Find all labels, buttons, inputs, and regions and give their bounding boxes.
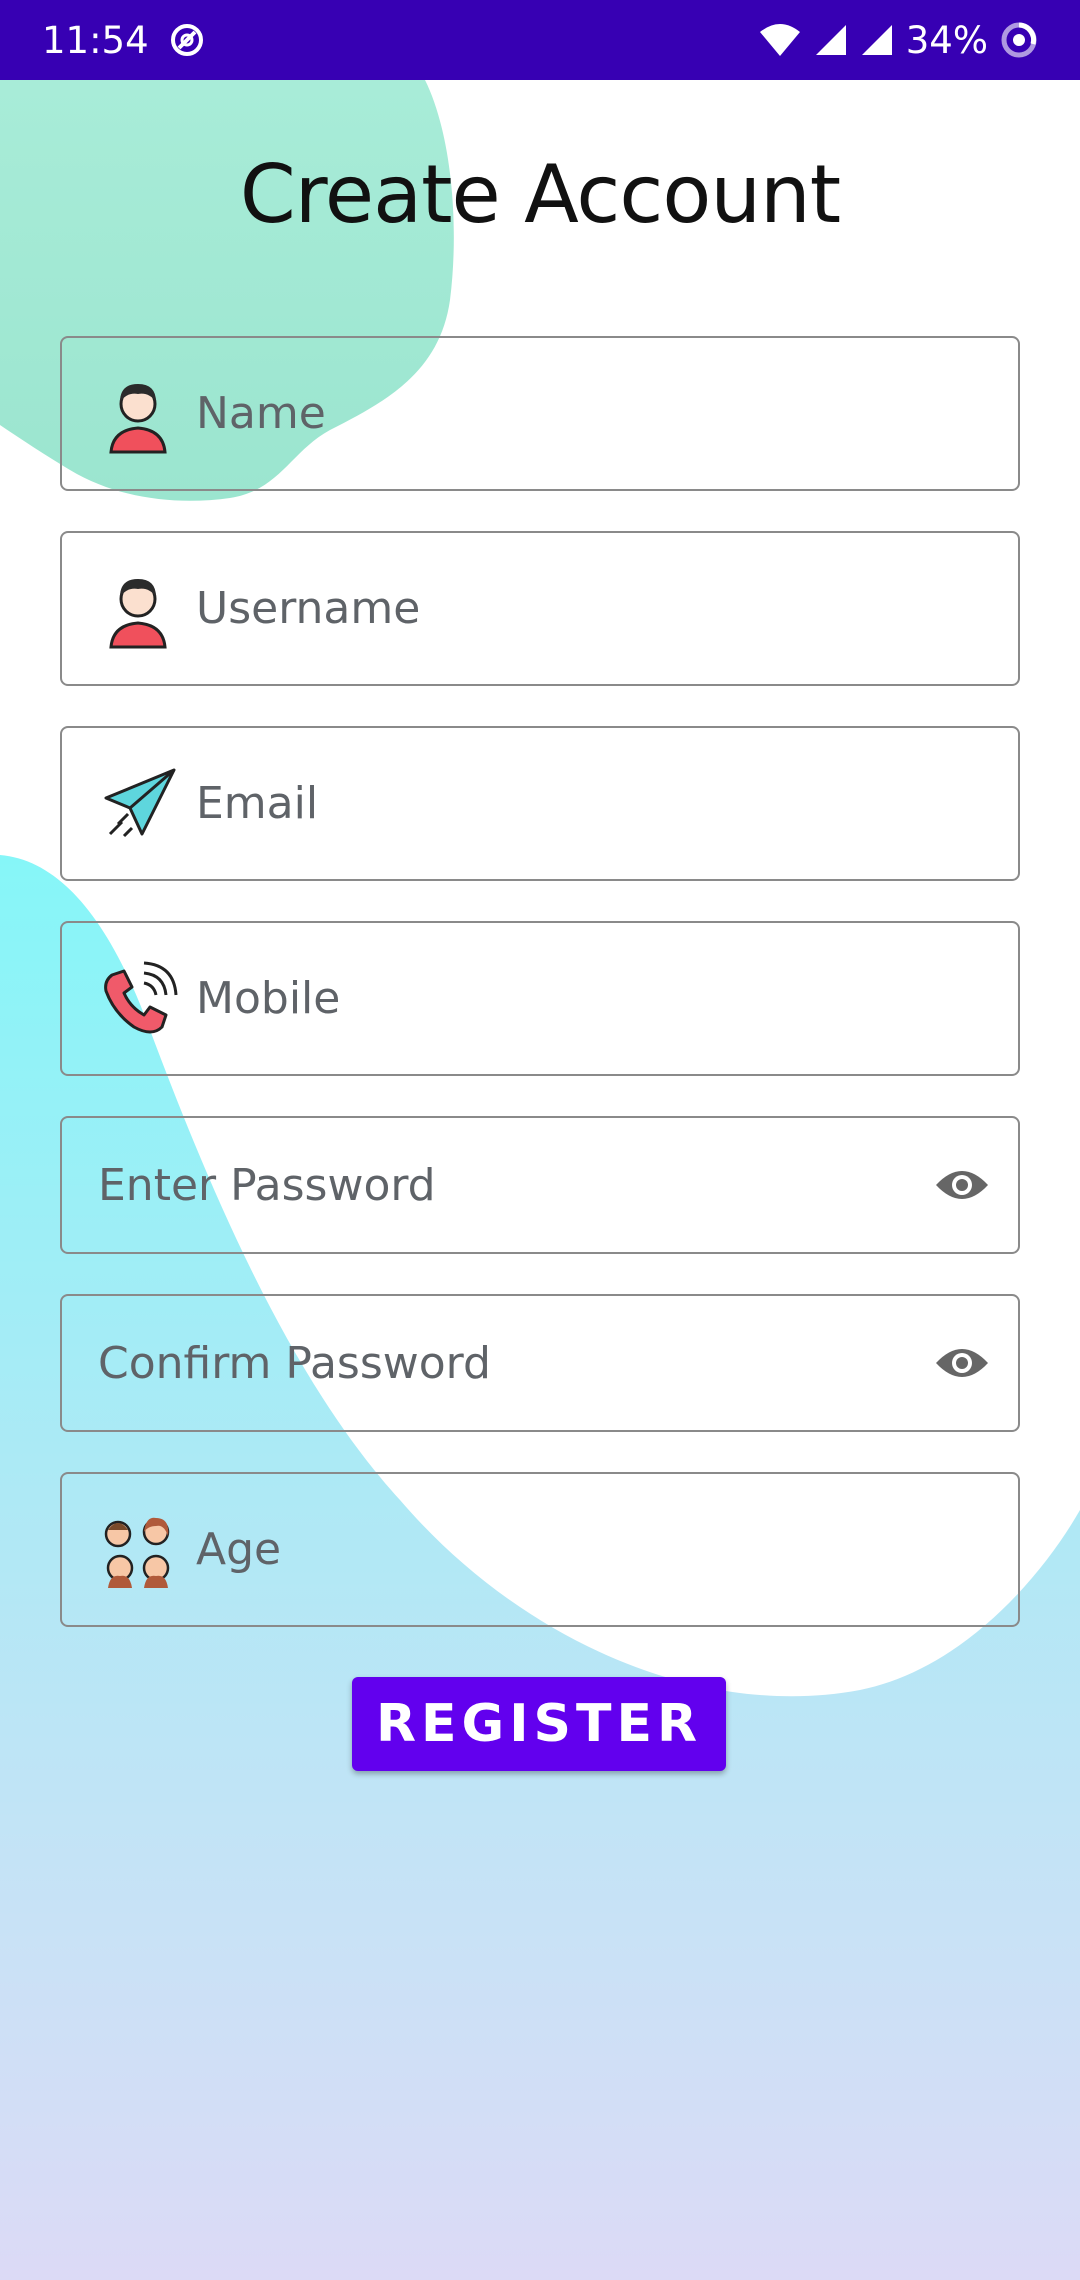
- status-time: 11:54: [42, 18, 149, 62]
- password-placeholder: Enter Password: [98, 1159, 436, 1211]
- battery-level: 34%: [905, 18, 988, 62]
- person-icon: [98, 569, 178, 649]
- eye-icon[interactable]: [932, 1155, 992, 1215]
- confirm-password-field[interactable]: Confirm Password: [60, 1294, 1020, 1432]
- confirm-password-placeholder: Confirm Password: [98, 1337, 491, 1389]
- battery-ring-icon: [1000, 21, 1038, 59]
- name-field[interactable]: Name: [60, 336, 1020, 491]
- age-field[interactable]: Age: [60, 1472, 1020, 1627]
- wifi-icon: [758, 22, 802, 58]
- username-placeholder: Username: [196, 583, 421, 634]
- mobile-field[interactable]: Mobile: [60, 921, 1020, 1076]
- email-field[interactable]: Email: [60, 726, 1020, 881]
- signal-icon: [860, 23, 894, 57]
- register-button[interactable]: REGISTER: [352, 1677, 726, 1771]
- name-placeholder: Name: [196, 388, 326, 439]
- signal-icon: [814, 23, 848, 57]
- mobile-placeholder: Mobile: [196, 973, 341, 1024]
- at-icon: [169, 22, 205, 58]
- paper-plane-icon: [98, 764, 178, 844]
- age-placeholder: Age: [196, 1524, 282, 1575]
- status-bar: 11:54 34%: [0, 0, 1080, 80]
- page-title: Create Account: [239, 148, 841, 241]
- username-field[interactable]: Username: [60, 531, 1020, 686]
- password-field[interactable]: Enter Password: [60, 1116, 1020, 1254]
- email-placeholder: Email: [196, 778, 319, 829]
- person-icon: [98, 374, 178, 454]
- family-icon: [98, 1510, 178, 1590]
- eye-icon[interactable]: [932, 1333, 992, 1393]
- phone-icon: [98, 959, 178, 1039]
